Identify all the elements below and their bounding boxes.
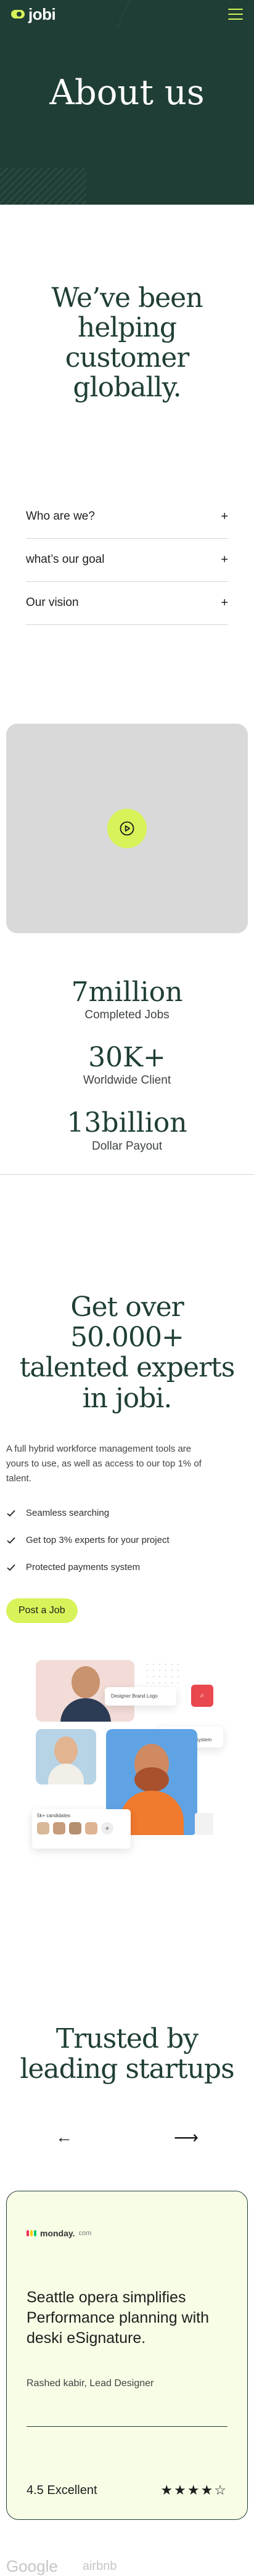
check-icon — [7, 1537, 15, 1544]
testimonial-card: monday. com Seattle opera simplifies Perf… — [6, 2191, 248, 2521]
airbnb-logo: airbnb — [82, 2559, 117, 2574]
search-icon: ⌕ — [191, 1684, 213, 1707]
page-title: About us — [49, 73, 205, 113]
feature-label: Protected payments system — [26, 1562, 141, 1573]
faq-item-label: what’s our goal — [26, 553, 105, 566]
stat-label: Worldwide Client — [83, 1074, 171, 1087]
testimonial-author: Rashed kabir, Lead Designer — [27, 2378, 154, 2389]
plus-icon: + — [221, 552, 228, 566]
brand-suffix: com — [78, 2230, 92, 2238]
profile-photo — [36, 1728, 96, 1785]
plus-icon: + — [221, 509, 228, 523]
avatar — [85, 1822, 97, 1834]
avatar — [53, 1822, 65, 1834]
avatar — [37, 1822, 49, 1834]
top-bar: jobi — [0, 0, 254, 28]
feature-label: Get top 3% experts for your project — [26, 1535, 170, 1546]
faq-item-label: Our vision — [26, 596, 79, 610]
hamburger-menu-icon[interactable] — [228, 9, 243, 20]
stat-label: Dollar Payout — [91, 1139, 163, 1153]
star-rating-icon: ★★★★☆ — [160, 2482, 227, 2498]
trusted-title: Trusted by leading startups — [20, 2022, 234, 2085]
stat-label: Completed Jobs — [84, 1008, 170, 1021]
play-icon[interactable] — [107, 808, 147, 848]
carousel-controls: ← ⟶ — [6, 2084, 248, 2148]
check-icon — [7, 1510, 15, 1517]
divider — [27, 2426, 227, 2427]
stat-dollar-payout: 13billion Dollar Payout — [0, 1108, 254, 1153]
rating-row: 4.5 Excellent ★★★★☆ — [27, 2482, 227, 2498]
experts-section: Get over 50.000+ talented experts in job… — [0, 1175, 254, 1894]
faq-item-who[interactable]: Who are we? + — [26, 496, 228, 539]
stat-value: 30K+ — [88, 1041, 166, 1073]
helping-title: We’ve been helping customer globally. — [51, 282, 203, 404]
video-player[interactable] — [6, 723, 248, 933]
stat-worldwide-client: 30K+ Worldwide Client — [0, 1041, 254, 1087]
add-icon[interactable]: + — [101, 1822, 113, 1834]
talent-collage: Designer Brand Logo ⌕ ✓ Market Escrow Sy… — [6, 1659, 248, 1894]
google-logo: Google — [6, 2557, 58, 2576]
faq-item-goal[interactable]: what’s our goal + — [26, 539, 228, 582]
list-item: Get top 3% experts for your project — [6, 1527, 248, 1554]
designer-card: Designer Brand Logo — [105, 1687, 176, 1706]
trusted-section: Trusted by leading startups ← ⟶ — [0, 1894, 254, 2148]
candidates-card: 5k+ candidates + — [32, 1809, 131, 1849]
list-item: Seamless searching — [6, 1500, 248, 1527]
experts-title: Get over 50.000+ talented experts in job… — [19, 1291, 236, 1414]
dots-decoration — [144, 1661, 181, 1686]
hero-pattern — [0, 168, 86, 205]
stat-value: 13billion — [67, 1107, 187, 1139]
list-item: Protected payments system — [6, 1554, 248, 1581]
brand-name: monday. — [40, 2228, 75, 2239]
brand-logo: monday. com — [27, 2228, 227, 2238]
stat-completed-jobs: 7million Completed Jobs — [0, 976, 254, 1022]
decoration-square — [195, 1812, 213, 1835]
testimonial-section: monday. com Seattle opera simplifies Perf… — [0, 2148, 254, 2521]
check-icon — [7, 1564, 15, 1571]
logo[interactable]: jobi — [11, 4, 56, 24]
rating-text: 4.5 Excellent — [27, 2483, 97, 2497]
helping-section: We’ve been helping customer globally. — [0, 205, 254, 403]
feature-label: Seamless searching — [26, 1508, 110, 1519]
stat-value: 7million — [71, 976, 183, 1008]
avatar — [69, 1822, 81, 1834]
hero-banner: jobi About us — [0, 0, 254, 205]
faq-item-vision[interactable]: Our vision + — [26, 582, 228, 625]
experts-description: A full hybrid workforce management tools… — [6, 1443, 202, 1484]
testimonial-quote: Seattle opera simplifies Performance pla… — [27, 2289, 209, 2347]
logo-mark-icon — [11, 10, 25, 18]
stats-section: 7million Completed Jobs 30K+ Worldwide C… — [0, 933, 254, 1175]
candidates-label: 5k+ candidates — [37, 1812, 71, 1818]
faq-item-label: Who are we? — [26, 510, 95, 523]
post-job-button[interactable]: Post a Job — [6, 1598, 78, 1623]
logo-text: jobi — [28, 4, 56, 23]
partner-logos: Google airbnb — [0, 2520, 254, 2576]
monday-logo-icon — [27, 2230, 36, 2237]
video-section — [0, 625, 254, 933]
arrow-right-icon[interactable]: ⟶ — [174, 2127, 199, 2148]
feature-list: Seamless searching Get top 3% experts fo… — [6, 1500, 248, 1581]
faq-accordion: Who are we? + what’s our goal + Our visi… — [0, 403, 254, 625]
plus-icon: + — [221, 595, 228, 610]
arrow-left-icon[interactable]: ← — [55, 2127, 73, 2148]
